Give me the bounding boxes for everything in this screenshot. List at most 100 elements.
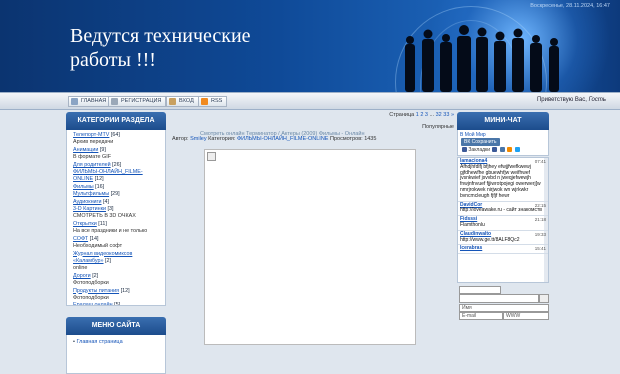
odnoklassniki-icon[interactable] [507, 147, 513, 153]
category-note: Архив передачи [73, 139, 114, 146]
category-item[interactable]: СОФТ [14] [73, 236, 161, 243]
chat-email-field[interactable]: E-mail [459, 312, 503, 320]
chat-message: lamaciona4 07:41 Afhdjhfdlfj bfjhey efwjjf… [458, 158, 548, 202]
category-note: Необходимый софт [73, 243, 123, 250]
category-item[interactable]: Продукты питания [12] [73, 288, 161, 295]
category-item[interactable]: Анимации [9] [73, 147, 161, 154]
category-item[interactable]: Для родителей [26] [73, 162, 161, 169]
chat-send-button[interactable] [539, 294, 549, 303]
chat-messages[interactable]: lamaciona4 07:41 Afhdjhfdlfj bfjhey efwjjf… [457, 157, 549, 283]
twitter-icon[interactable] [514, 147, 520, 153]
bookmarks-bar: Закладки [461, 147, 520, 153]
chat-text: Afhdjhfdlfj bfjhey efwjjfwefkwewj gjfdhe… [460, 163, 541, 199]
chat-username[interactable]: Icerabras [460, 245, 482, 251]
category-link[interactable]: Журнал видеокомиксов «Каламбур» [73, 251, 132, 264]
category-item[interactable]: Фильмы [16] [73, 184, 161, 191]
left-sidebar: КАТЕГОРИИ РАЗДЕЛА Телепорт-MTV [64] Архив… [66, 112, 166, 374]
category-link[interactable]: 3-D Картинки [73, 206, 106, 212]
nav-login-label: ВХОД [179, 98, 194, 104]
bookmarks-label[interactable]: Закладки [468, 147, 490, 153]
pager-page-3[interactable]: 3 [425, 112, 428, 118]
category-link[interactable]: Мультфильмы [73, 191, 109, 197]
nav-rss-button[interactable]: RSS [198, 96, 228, 107]
category-item[interactable]: ФИЛЬМЫ-ОНЛАЙН_FILME-ONLINE [12] [73, 169, 161, 184]
greeting: Приветствую Вас, Гость [537, 97, 606, 103]
chat-message: DavidCor 22:15 http://lovеawake.ru - сайт … [458, 202, 548, 217]
entry-meta: Автор: Smiley Категория: ФИЛЬМЫ-ОНЛАЙН_F… [172, 136, 376, 142]
chat-text: http://www.ge.tt/8ALF8Qc2 [460, 236, 520, 243]
pager-label: Страница [389, 112, 416, 118]
menu-item-home-link[interactable]: Главная страница [76, 339, 122, 345]
category-count: [9] [99, 146, 106, 153]
entry-image[interactable] [204, 149, 416, 345]
category-count: [3] [107, 206, 114, 213]
category-link[interactable]: Продукты питания [73, 288, 119, 294]
site-menu-list: • Главная страница [66, 335, 166, 374]
author-link[interactable]: Smiley [190, 136, 207, 142]
chat-header: МИНИ-ЧАТ [457, 112, 549, 130]
chat-text: http://lovеawake.ru - сайт знакомств [460, 207, 542, 214]
broken-image-icon [207, 152, 216, 161]
sort-link[interactable]: Популярные [422, 124, 454, 130]
category-item[interactable]: Ералаш онлайн [5] [73, 302, 161, 305]
category-count: [4] [103, 198, 110, 205]
vk-save-label: Сохранить [471, 139, 497, 145]
category-link[interactable]: Анимации [73, 147, 98, 153]
pagination: Страница 1 2 3 ... 32 33 » [389, 112, 454, 118]
social-bar: В Мой Мир ВК Сохранить Закладки [457, 130, 549, 156]
category-link[interactable]: ФИЛЬМЫ-ОНЛАЙН_FILME-ONLINE [73, 169, 143, 182]
chat-time: 22:15 [534, 202, 546, 208]
facebook-icon[interactable] [492, 147, 498, 153]
pager-page-2[interactable]: 2 [420, 112, 423, 118]
category-item[interactable]: Мультфильмы [29] [73, 191, 161, 198]
category-link[interactable]: Аудиокниги [73, 199, 102, 205]
category-count: [64] [110, 132, 120, 138]
chat-username[interactable]: Claudinwalto [460, 231, 491, 237]
vk-save-button[interactable]: ВК Сохранить [461, 138, 500, 146]
share-icon[interactable] [462, 147, 467, 153]
nav-register-button[interactable]: РЕГИСТРАЦИЯ [108, 96, 167, 107]
category-description: Архив передачи [73, 139, 161, 146]
chat-time: 07:41 [534, 159, 546, 164]
nav-home-button[interactable]: ГЛАВНАЯ [68, 96, 112, 107]
chat-message-input[interactable] [459, 294, 539, 303]
category-item[interactable]: Телепорт-MTV [64] [73, 132, 161, 139]
category-link[interactable]: Фильмы [73, 184, 94, 190]
category-link[interactable]: ФИЛЬМЫ-ОНЛАЙН_FILME-ONLINE [237, 136, 329, 142]
menu-item-home[interactable]: • Главная страница [73, 339, 159, 345]
category-item[interactable]: Журнал видеокомиксов «Каламбур» [2] [73, 251, 161, 266]
views-label: Просмотров: [330, 136, 363, 142]
chat-www-field[interactable]: WWW [503, 312, 549, 320]
pager-page-1[interactable]: 1 [416, 112, 419, 118]
category-link[interactable]: Телепорт-MTV [73, 132, 109, 138]
register-icon [111, 98, 118, 105]
rss-icon [201, 98, 208, 105]
chat-form: Имя E-mail WWW [457, 284, 549, 334]
pager-next[interactable]: » [451, 112, 454, 118]
category-item[interactable]: Открытки [11] [73, 221, 161, 228]
chat-name-field[interactable]: Имя [459, 304, 549, 312]
category-item[interactable]: Аудиокниги [4] [73, 199, 161, 206]
category-link[interactable]: Ералаш онлайн [73, 302, 113, 305]
vk-share-icon[interactable] [499, 147, 505, 153]
category-count: [11] [98, 220, 107, 227]
category-note: СМОТРЕТЬ В 3D ОЧКАХ [73, 213, 136, 220]
category-link[interactable]: СОФТ [73, 236, 88, 242]
greeting-text: Приветствую Вас, [536, 97, 587, 103]
pager-page-32[interactable]: 32 [436, 112, 442, 118]
nav-login-button[interactable]: ВХОД [166, 96, 199, 107]
header-banner: Ведутся технические работы !!! Воскресен… [0, 0, 620, 92]
category-link[interactable]: Для родителей [73, 162, 111, 168]
category-count: [26] [112, 161, 122, 168]
category-count: [29] [110, 191, 120, 198]
category-link[interactable]: Дороги [73, 273, 91, 279]
category-link[interactable]: Открытки [73, 221, 97, 227]
category-item[interactable]: Дороги [2] [73, 273, 161, 280]
pager-page-33[interactable]: 33 [443, 112, 449, 118]
category-list: Телепорт-MTV [64] Архив передачи Анимации … [66, 130, 166, 306]
category-note: Фотоподборки [73, 280, 109, 287]
category-item[interactable]: 3-D Картинки [3] [73, 206, 161, 213]
category-note: В формате GIF [73, 154, 111, 161]
smile-select[interactable] [459, 286, 501, 294]
category-label: Категория: [208, 136, 236, 142]
